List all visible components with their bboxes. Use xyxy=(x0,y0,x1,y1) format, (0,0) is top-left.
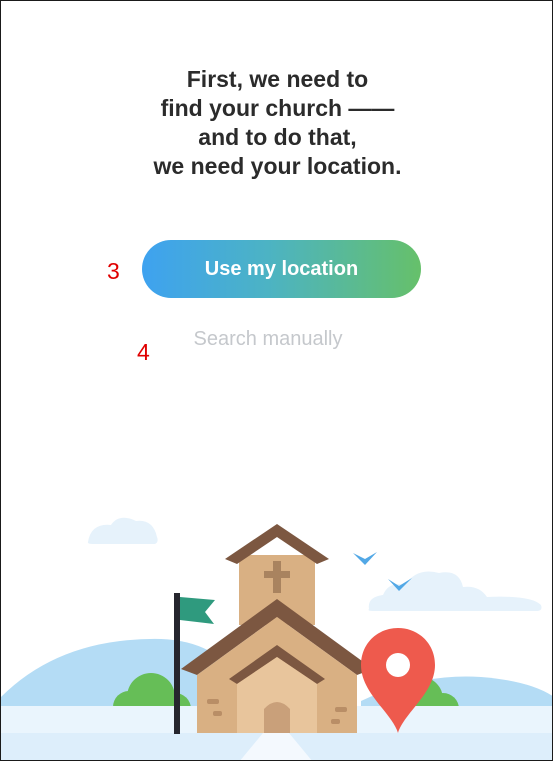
heading-line-4: we need your location. xyxy=(153,153,402,179)
heading-line-1: First, we need to xyxy=(186,66,369,92)
cloud-icon-right xyxy=(368,571,542,611)
screen-frame: First, we need to find your church —— an… xyxy=(0,0,553,761)
church-icon xyxy=(181,524,373,733)
heading-line-2: find your church —— xyxy=(160,95,395,121)
heading-line-3: and to do that, xyxy=(198,124,357,150)
cloud-icon-left xyxy=(87,517,158,544)
bird-icon-1 xyxy=(353,552,377,565)
use-my-location-button[interactable]: Use my location xyxy=(142,240,421,298)
church-illustration xyxy=(1,517,552,760)
annotation-marker-3: 3 xyxy=(107,258,120,284)
page-heading: First, we need to find your church —— an… xyxy=(1,65,552,181)
search-manually-link[interactable]: Search manually xyxy=(142,328,394,351)
